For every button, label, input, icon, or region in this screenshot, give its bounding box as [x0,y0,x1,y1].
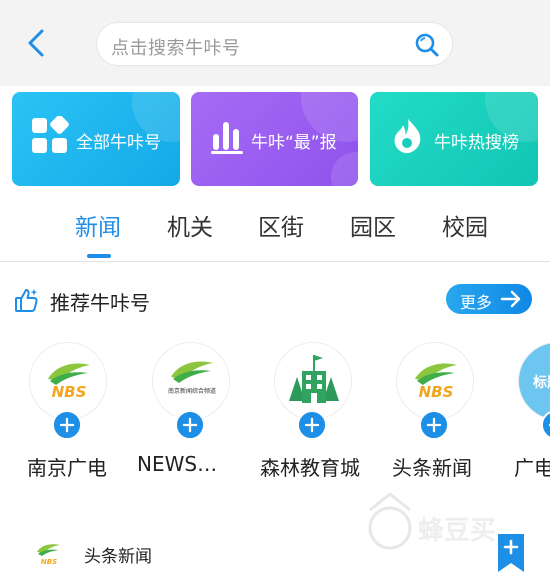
tab-campus[interactable]: 校园 [442,208,488,242]
card-label: 全部牛咔号 [76,133,161,153]
tab-districts[interactable]: 区街 [258,208,304,242]
news-list-item[interactable]: NBS 头条新闻 [0,528,550,576]
search-placeholder: 点击搜索牛咔号 [111,38,241,59]
account-item[interactable]: 森林教育城 [260,342,360,482]
bookmark-add-icon[interactable] [498,534,524,572]
thumbs-up-icon [15,289,38,312]
svg-text:标题: 标题 [532,374,550,391]
card-label: 牛咔“最”报 [251,133,337,153]
svg-text:南京新闻综合频道: 南京新闻综合频道 [168,387,216,395]
forest-building-logo [289,355,339,403]
account-name: 南京广电 [27,456,107,480]
svg-text:NBS: NBS [41,558,57,566]
account-avatar [274,342,352,420]
account-name: 广电 [514,456,550,480]
follow-plus-icon[interactable] [297,410,327,440]
svg-text:NBS: NBS [419,383,454,401]
category-tabs: 新闻 机关 区街 园区 校园 [0,196,550,262]
account-name: NEWS… [137,452,218,476]
back-arrow-icon[interactable] [22,26,52,60]
arrow-right-icon [500,290,521,308]
tab-parks[interactable]: 园区 [350,208,396,242]
follow-plus-icon[interactable] [52,410,82,440]
more-button[interactable]: 更多 [446,284,532,314]
active-tab-indicator [87,254,111,258]
account-item[interactable]: NBS 南京广电 [25,342,111,482]
follow-plus-icon[interactable] [175,410,205,440]
bar-chart-icon [211,122,243,154]
nbs-logo: NBS [37,544,60,566]
nbs-logo: NBS [48,363,90,401]
flame-icon [394,119,421,154]
card-hot-search[interactable]: 牛咔热搜榜 [370,92,538,186]
account-name: 头条新闻 [392,456,472,480]
account-avatar: 南京新闻综合频道 [152,342,230,420]
card-decoration [331,152,358,186]
account-name: 森林教育城 [260,456,360,480]
more-button-label: 更多 [460,293,493,312]
nbs-logo: NBS [415,363,457,401]
svg-text:NBS: NBS [52,383,87,401]
account-avatar: NBS [396,342,474,420]
card-label: 牛咔热搜榜 [434,133,519,153]
grid-icon [32,116,69,153]
news-title: 头条新闻 [84,547,152,567]
tab-news[interactable]: 新闻 [75,208,121,242]
account-item[interactable]: 标题 广电 [514,342,550,482]
top-bar: 点击搜索牛咔号 [0,0,550,86]
recommend-header: 推荐牛咔号 更多 [0,278,550,322]
search-icon[interactable] [414,32,440,58]
account-avatar: 标题 [518,342,550,420]
section-title: 推荐牛咔号 [50,291,150,315]
tab-agencies[interactable]: 机关 [167,208,213,242]
search-input[interactable]: 点击搜索牛咔号 [96,22,453,66]
partial-logo: 标题 [532,374,550,391]
card-all-accounts[interactable]: 全部牛咔号 [12,92,180,186]
nbs-channel-logo: 南京新闻综合频道 [168,361,216,395]
account-avatar: NBS [29,342,107,420]
follow-plus-icon[interactable] [419,410,449,440]
account-item[interactable]: 南京新闻综合频道 NEWS… [137,342,234,482]
card-top-report[interactable]: 牛咔“最”报 [191,92,358,186]
account-item[interactable]: NBS 头条新闻 [392,342,478,482]
